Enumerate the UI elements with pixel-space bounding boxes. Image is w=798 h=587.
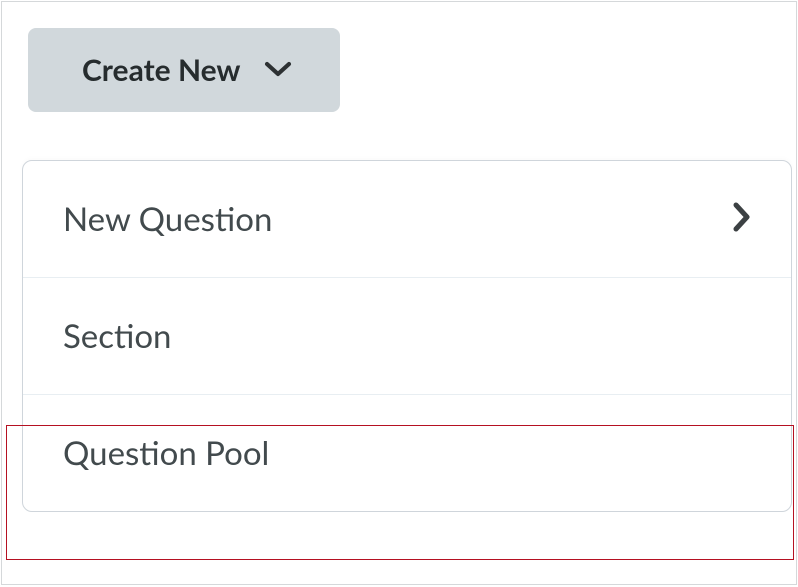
bg-text-fragment: e: — [0, 448, 16, 520]
menu-item-question-pool[interactable]: Question Pool — [23, 394, 791, 511]
menu-item-new-question[interactable]: New Question — [23, 161, 791, 277]
menu-item-label: New Question — [63, 199, 272, 239]
chevron-down-icon — [264, 60, 292, 81]
create-new-menu: New Question Section Question Pool — [22, 160, 792, 512]
create-new-button[interactable]: Create New — [28, 28, 340, 112]
app-frame: e: Create New New Question Section Quest… — [1, 1, 797, 585]
menu-item-label: Question Pool — [63, 433, 269, 473]
create-new-label: Create New — [82, 52, 240, 88]
menu-item-label: Section — [63, 316, 171, 356]
menu-item-section[interactable]: Section — [23, 277, 791, 394]
chevron-right-icon — [733, 202, 751, 236]
